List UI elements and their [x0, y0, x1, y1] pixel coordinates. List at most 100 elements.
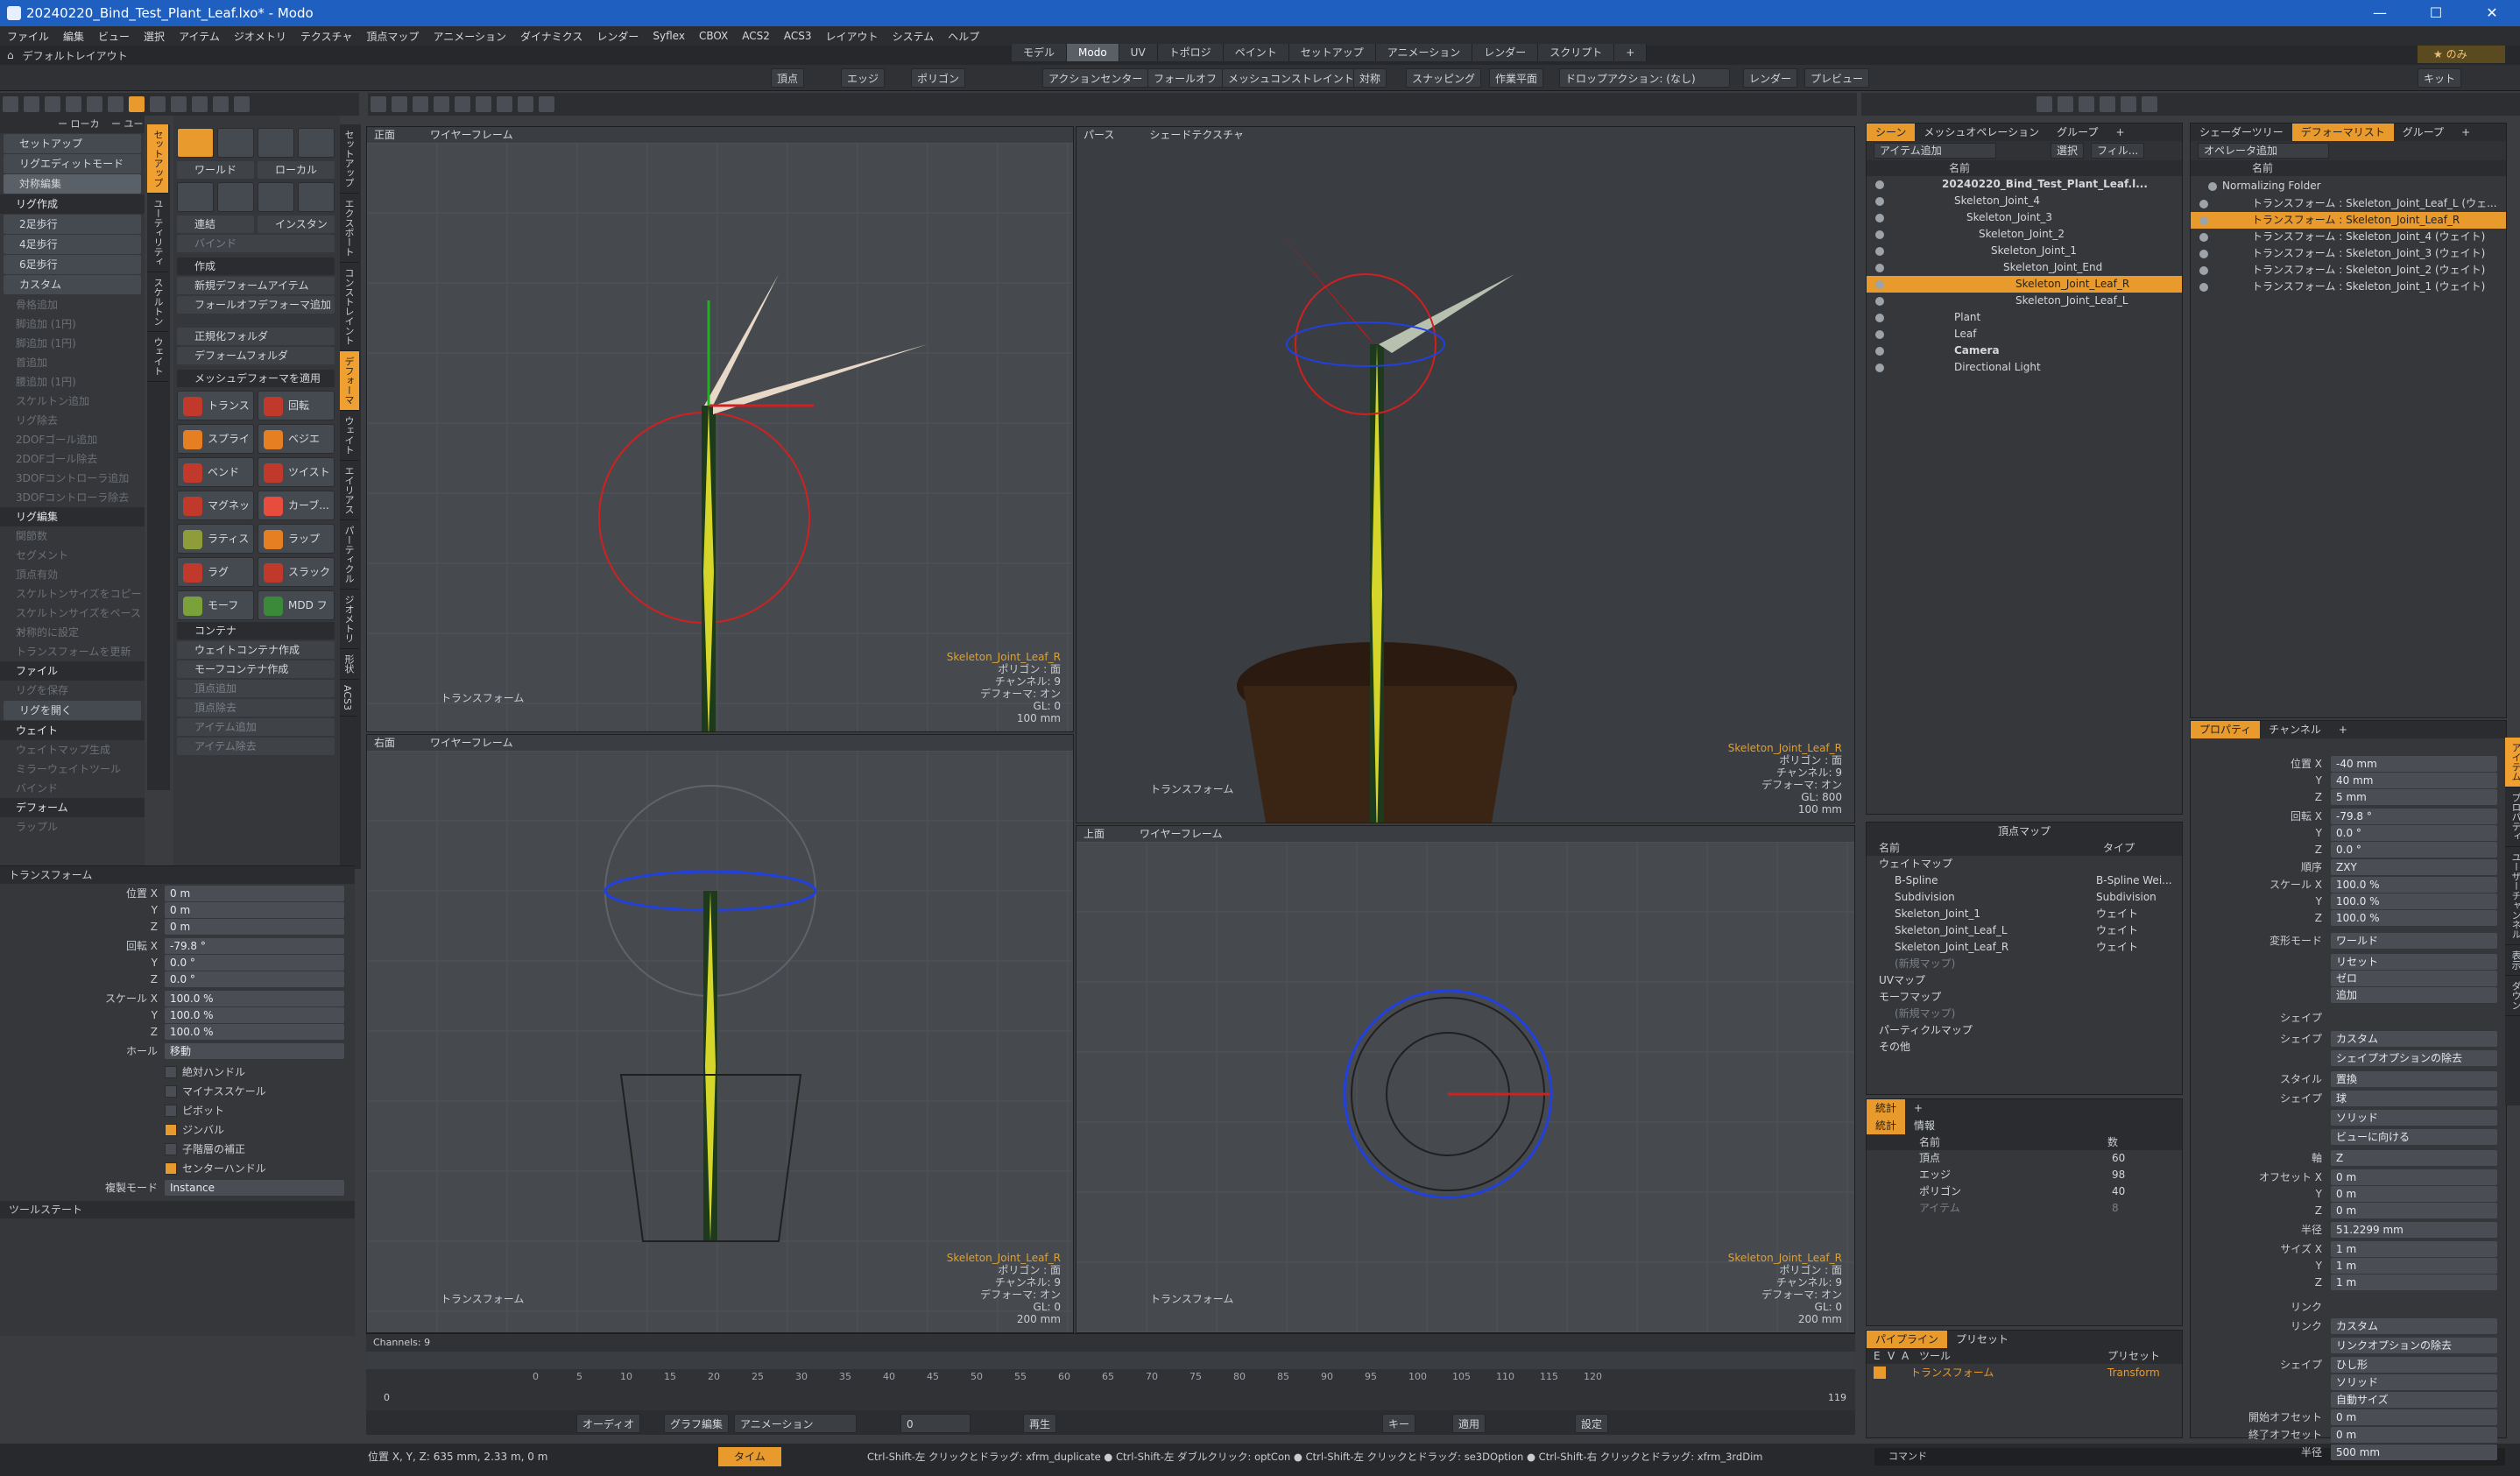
edge-mode-button[interactable]: エッジ — [841, 68, 886, 88]
view-icon[interactable] — [476, 96, 491, 112]
check-row[interactable]: マイナススケール — [0, 1084, 350, 1099]
visibility-icon[interactable] — [1875, 329, 1884, 339]
settings-button[interactable]: 設定 — [1575, 1414, 1609, 1433]
item-scale-1-field[interactable]: 100.0 % — [2331, 893, 2497, 909]
check-row[interactable]: 子階層の補正 — [0, 1141, 350, 1157]
deformer-button[interactable]: ラップ — [258, 524, 335, 554]
workplane-button[interactable]: 作業平面 — [1489, 68, 1544, 88]
size-0-field[interactable]: 1 m — [2331, 1241, 2497, 1257]
view-icon[interactable] — [434, 96, 449, 112]
deformer-button[interactable]: スラック — [258, 557, 335, 587]
tab-8[interactable]: スクリプト — [1538, 44, 1615, 61]
tool-icon[interactable] — [192, 96, 208, 112]
pin-icon[interactable]: ⌂ — [0, 49, 14, 61]
rotation-y-field[interactable]: 0.0 ° — [165, 955, 344, 971]
vertex-mode-button[interactable]: 頂点 — [771, 68, 805, 88]
menu-item[interactable]: Syflex — [646, 30, 692, 42]
end-offset-field[interactable]: 0 m — [2331, 1427, 2497, 1443]
zero-button-field[interactable]: ゼロ — [2331, 971, 2497, 986]
item-rot-2-field[interactable]: 0.0 ° — [2331, 842, 2497, 858]
play-button[interactable]: 再生 — [1023, 1414, 1057, 1433]
view-icon[interactable] — [371, 96, 386, 112]
menu-item[interactable]: レンダー — [589, 29, 646, 44]
tab-2[interactable]: UV — [1119, 44, 1158, 61]
deformer-button[interactable]: ツイスト — [258, 457, 335, 487]
vertical-tab[interactable]: セットアップ — [147, 124, 168, 194]
tab-5[interactable]: セットアップ — [1288, 44, 1376, 61]
panel-tab[interactable]: 統計 — [1867, 1099, 1906, 1117]
deform-tool-button[interactable] — [177, 128, 214, 158]
vertical-tab[interactable]: ユーティリティ — [147, 194, 168, 272]
visibility-icon[interactable] — [2199, 282, 2208, 292]
visibility-icon[interactable] — [1875, 180, 1884, 189]
left-tool-item[interactable]: 4足歩行 — [4, 235, 141, 254]
rotate-button[interactable] — [217, 182, 254, 212]
deformer-button[interactable]: 回転 — [258, 391, 335, 420]
vertical-tab[interactable]: アイテム — [2505, 738, 2520, 787]
tool-icon[interactable] — [24, 96, 39, 112]
visibility-icon[interactable] — [2199, 249, 2208, 258]
symmetry-button[interactable]: 対称 — [1353, 68, 1387, 88]
front-view-name[interactable]: 正面 — [374, 129, 395, 141]
left-tool-item[interactable]: カスタム — [4, 275, 141, 294]
tool-icon[interactable] — [213, 96, 229, 112]
link-shape-select-field[interactable]: ひし形 — [2331, 1357, 2497, 1373]
vmap-item[interactable]: その他 — [1867, 1039, 2182, 1056]
start-offset-field[interactable]: 0 m — [2331, 1409, 2497, 1425]
panel-tab[interactable]: + — [2330, 721, 2356, 738]
view-icon[interactable] — [392, 96, 407, 112]
item-pos-0-field[interactable]: -40 mm — [2331, 756, 2497, 772]
left-tool-item[interactable]: 対称編集 — [4, 174, 141, 194]
panel-tab[interactable]: + — [1905, 1099, 1931, 1117]
checkbox[interactable] — [165, 1066, 177, 1078]
vmap-item[interactable]: Skeleton_Joint_Leaf_R ウェイト — [1867, 939, 2182, 956]
checkbox[interactable] — [165, 1105, 177, 1117]
view-icon[interactable] — [413, 96, 428, 112]
check-row[interactable]: 絶対ハンドル — [0, 1064, 350, 1080]
menu-item[interactable]: 頂点マップ — [359, 29, 426, 44]
left-tool-item[interactable]: リグを開く — [4, 701, 141, 720]
panel-tab[interactable]: グループ — [2048, 124, 2107, 141]
add-falloff-select[interactable]: フォールオフデフォーマ追加 — [177, 296, 335, 314]
vertical-tab[interactable]: ACS3 — [338, 680, 356, 717]
deformer-button[interactable]: カーブ... — [258, 491, 335, 520]
vertical-tab[interactable]: プロパティ — [2505, 787, 2520, 847]
vertical-tab[interactable]: ユーザーチャンネル — [2505, 847, 2520, 945]
vertical-tab[interactable]: ウェイト — [147, 332, 168, 382]
scene-item[interactable]: Leaf — [1867, 326, 2182, 343]
user-badge[interactable]: ★ のみ — [2418, 46, 2505, 63]
vertical-tab[interactable]: スケルトン — [147, 272, 168, 332]
viewport-front[interactable]: 正面 ワイヤーフレーム Skeleton_Joint_Leaf_R ポリゴン : 面チ… — [366, 126, 1074, 732]
deformer-button[interactable]: ベジエ — [258, 424, 335, 454]
panel-tab[interactable]: 情報 — [1905, 1117, 1944, 1134]
menu-item[interactable]: アイテム — [172, 29, 227, 44]
stats-item[interactable]: 頂点 60 — [1867, 1150, 2182, 1167]
rotation-order-field[interactable]: ZXY — [2331, 859, 2497, 875]
world-toggle[interactable]: ワールド — [177, 161, 254, 179]
panel-icon[interactable] — [2058, 96, 2073, 112]
normalize-folder-button[interactable]: 正規化フォルダ — [177, 328, 335, 345]
panel-tab[interactable]: + — [2453, 124, 2479, 141]
time-tab[interactable]: タイム — [718, 1447, 781, 1466]
tab-9[interactable]: + — [1614, 44, 1648, 61]
tab-7[interactable]: レンダー — [1472, 44, 1539, 61]
offset-0-field[interactable]: 0 m — [2331, 1169, 2497, 1185]
menu-item[interactable]: ジオメトリ — [227, 29, 293, 44]
timeline-track[interactable] — [366, 1352, 1855, 1369]
panel-icon[interactable] — [2100, 96, 2115, 112]
scale-button[interactable] — [258, 182, 294, 212]
panel-tab[interactable]: パイプライン — [1867, 1331, 1948, 1348]
scene-item[interactable]: Skeleton_Joint_Leaf_L — [1867, 293, 2182, 309]
tab-4[interactable]: ペイント — [1223, 44, 1289, 61]
check-row[interactable]: センターハンドル — [0, 1161, 350, 1176]
menu-item[interactable]: ファイル — [0, 29, 56, 44]
item-rot-0-field[interactable]: -79.8 ° — [2331, 809, 2497, 824]
link-select-field[interactable]: カスタム — [2331, 1318, 2497, 1334]
scene-item[interactable]: Plant — [1867, 309, 2182, 326]
scene-item[interactable]: Camera — [1867, 343, 2182, 359]
vmap-item[interactable]: Skeleton_Joint_1 ウェイト — [1867, 906, 2182, 922]
tab-0[interactable]: モデル — [1012, 44, 1068, 61]
panel-icon[interactable] — [2036, 96, 2052, 112]
tool-icon[interactable] — [87, 96, 102, 112]
deformer-button[interactable]: マグネット — [177, 491, 254, 540]
